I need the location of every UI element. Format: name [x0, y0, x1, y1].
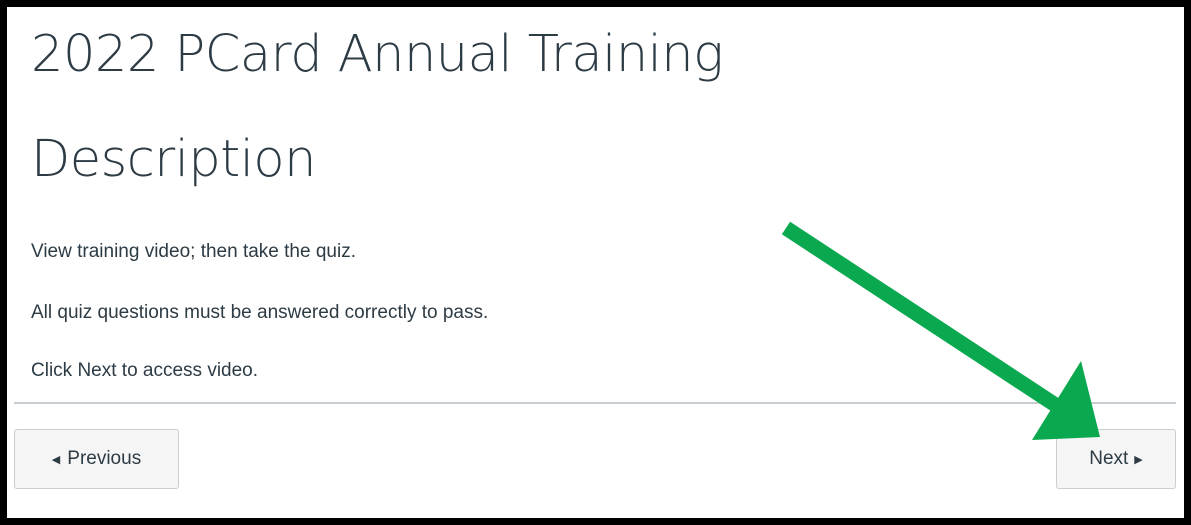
next-button[interactable]: Next ▶ [1056, 429, 1176, 489]
footer-divider [14, 402, 1176, 404]
description-line-1: View training video; then take the quiz. [31, 241, 356, 262]
section-heading: Description [31, 130, 316, 189]
previous-button[interactable]: ◀ Previous [14, 429, 179, 489]
previous-button-label: Previous [67, 448, 142, 469]
next-button-label: Next [1089, 448, 1129, 469]
page-title: 2022 PCard Annual Training [31, 25, 724, 84]
caret-right-icon: ▶ [1134, 453, 1143, 466]
description-line-2: All quiz questions must be answered corr… [31, 302, 489, 323]
caret-left-icon: ◀ [51, 453, 61, 466]
screenshot-frame: 2022 PCard Annual Training Description V… [0, 0, 1191, 525]
description-line-3: Click Next to access video. [31, 360, 259, 381]
